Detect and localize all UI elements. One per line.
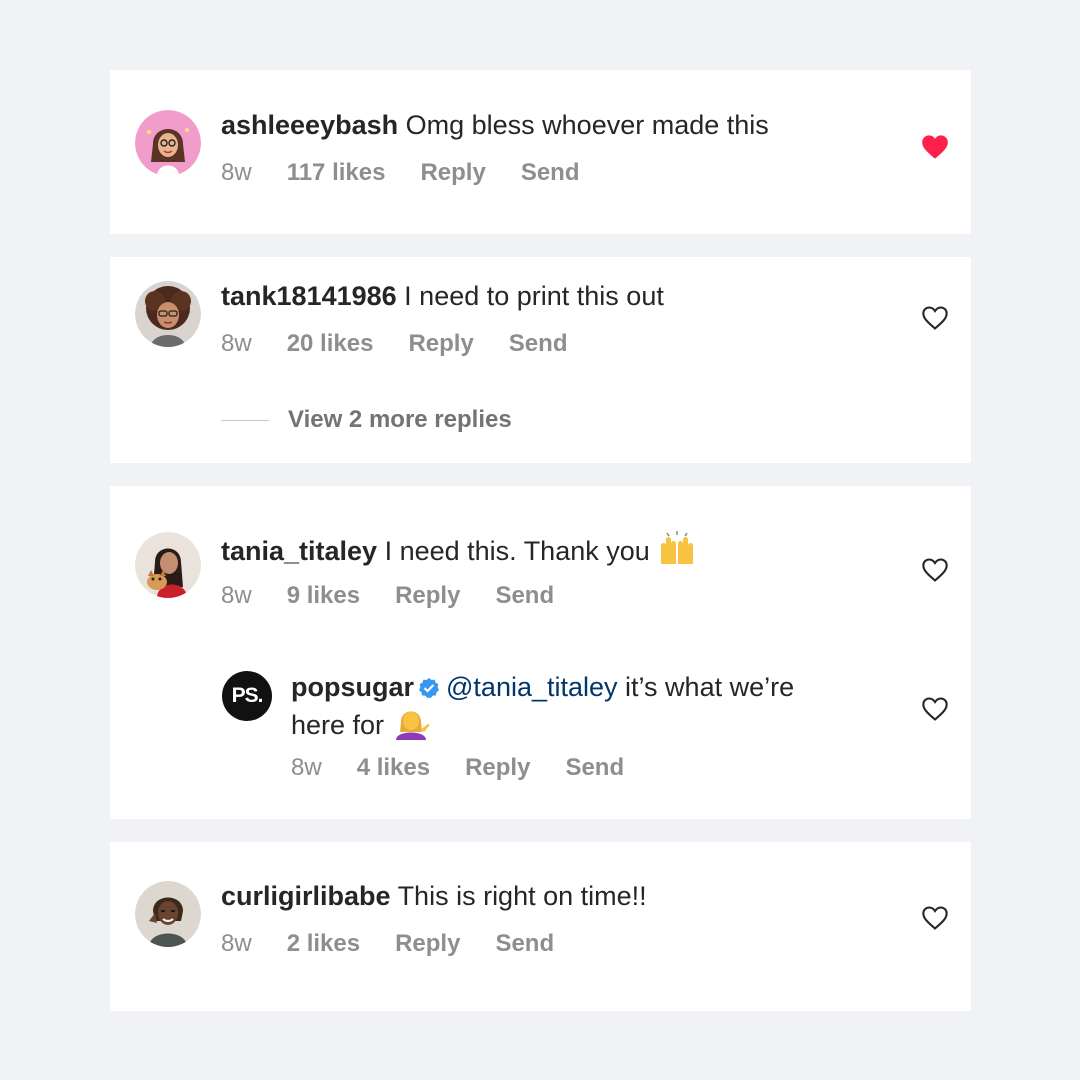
popsugar-avatar[interactable]: PS.	[222, 671, 272, 721]
likes-count[interactable]: 4 likes	[357, 753, 430, 783]
comment-meta: 8w 20 likes Reply Send	[221, 329, 602, 359]
avatar[interactable]	[135, 110, 201, 176]
avatar[interactable]	[135, 881, 201, 947]
comment-body: Omg bless whoever made this	[405, 110, 769, 140]
heart-outline-icon[interactable]	[921, 905, 949, 931]
reply-button[interactable]: Reply	[408, 329, 473, 359]
timestamp: 8w	[221, 330, 252, 357]
reply-item: PS. popsugar @tania_titaley it’s what we…	[110, 666, 971, 806]
likes-count[interactable]: 117 likes	[287, 158, 386, 188]
comment-text: ashleeeybash Omg bless whoever made this	[221, 108, 769, 142]
reply-body: it’s what we’re	[625, 672, 795, 702]
timestamp: 8w	[291, 754, 322, 781]
heart-outline-icon[interactable]	[921, 557, 949, 583]
reply-text: popsugar @tania_titaley it’s what we’re …	[291, 670, 871, 742]
reply-button[interactable]: Reply	[420, 158, 485, 188]
send-button[interactable]: Send	[509, 329, 568, 359]
view-more-replies-link[interactable]: View 2 more replies	[221, 405, 512, 435]
send-button[interactable]: Send	[495, 581, 554, 611]
likes-count[interactable]: 2 likes	[287, 929, 360, 959]
comment-meta: 8w 9 likes Reply Send	[221, 581, 589, 611]
avatar[interactable]	[135, 281, 201, 347]
comment-body: I need this. Thank you	[384, 536, 650, 566]
mention-link[interactable]: @tania_titaley	[446, 672, 618, 702]
username[interactable]: ashleeeybash	[221, 110, 398, 140]
comment-text: tania_titaley I need this. Thank you	[221, 530, 697, 568]
person-tipping-hand-emoji	[395, 711, 429, 740]
comment-card: ashleeeybash Omg bless whoever made this…	[110, 70, 971, 234]
comment-body: I need to print this out	[404, 281, 664, 311]
comment-text: curligirlibabe This is right on time!!	[221, 879, 647, 913]
heart-outline-icon[interactable]	[921, 305, 949, 331]
comment-item: tania_titaley I need this. Thank you 8w …	[110, 486, 971, 609]
comment-meta: 8w 117 likes Reply Send	[221, 158, 615, 188]
comment-body: This is right on time!!	[397, 881, 647, 911]
comment-item: tank18141986 I need to print this out 8w…	[110, 257, 971, 357]
username[interactable]: curligirlibabe	[221, 881, 391, 911]
raising-hands-emoji	[661, 531, 694, 564]
send-button[interactable]: Send	[565, 753, 624, 783]
username[interactable]: tania_titaley	[221, 536, 377, 566]
timestamp: 8w	[221, 159, 252, 186]
comment-card: tania_titaley I need this. Thank you 8w …	[110, 486, 971, 819]
reply-meta: 8w 4 likes Reply Send	[291, 753, 659, 783]
view-more-replies-label[interactable]: View 2 more replies	[288, 405, 512, 435]
username[interactable]: popsugar	[291, 672, 414, 702]
username[interactable]: tank18141986	[221, 281, 397, 311]
avatar[interactable]	[135, 532, 201, 598]
comment-item: curligirlibabe This is right on time!! 8…	[110, 842, 971, 957]
reply-button[interactable]: Reply	[465, 753, 530, 783]
reply-button[interactable]: Reply	[395, 581, 460, 611]
heart-filled-icon[interactable]	[921, 134, 949, 160]
send-button[interactable]: Send	[495, 929, 554, 959]
comment-card: curligirlibabe This is right on time!! 8…	[110, 842, 971, 1011]
send-button[interactable]: Send	[521, 158, 580, 188]
heart-outline-icon[interactable]	[921, 696, 949, 722]
reply-button[interactable]: Reply	[395, 929, 460, 959]
comment-card: tank18141986 I need to print this out 8w…	[110, 257, 971, 463]
comment-item: ashleeeybash Omg bless whoever made this…	[110, 70, 971, 186]
timestamp: 8w	[221, 930, 252, 957]
comment-meta: 8w 2 likes Reply Send	[221, 929, 589, 959]
likes-count[interactable]: 9 likes	[287, 581, 360, 611]
verified-badge-icon	[419, 678, 440, 698]
comment-text: tank18141986 I need to print this out	[221, 279, 664, 313]
divider-line	[221, 419, 269, 421]
avatar-logo-text: PS.	[231, 684, 264, 707]
reply-body-line2: here for	[291, 710, 385, 740]
timestamp: 8w	[221, 582, 252, 609]
likes-count[interactable]: 20 likes	[287, 329, 374, 359]
